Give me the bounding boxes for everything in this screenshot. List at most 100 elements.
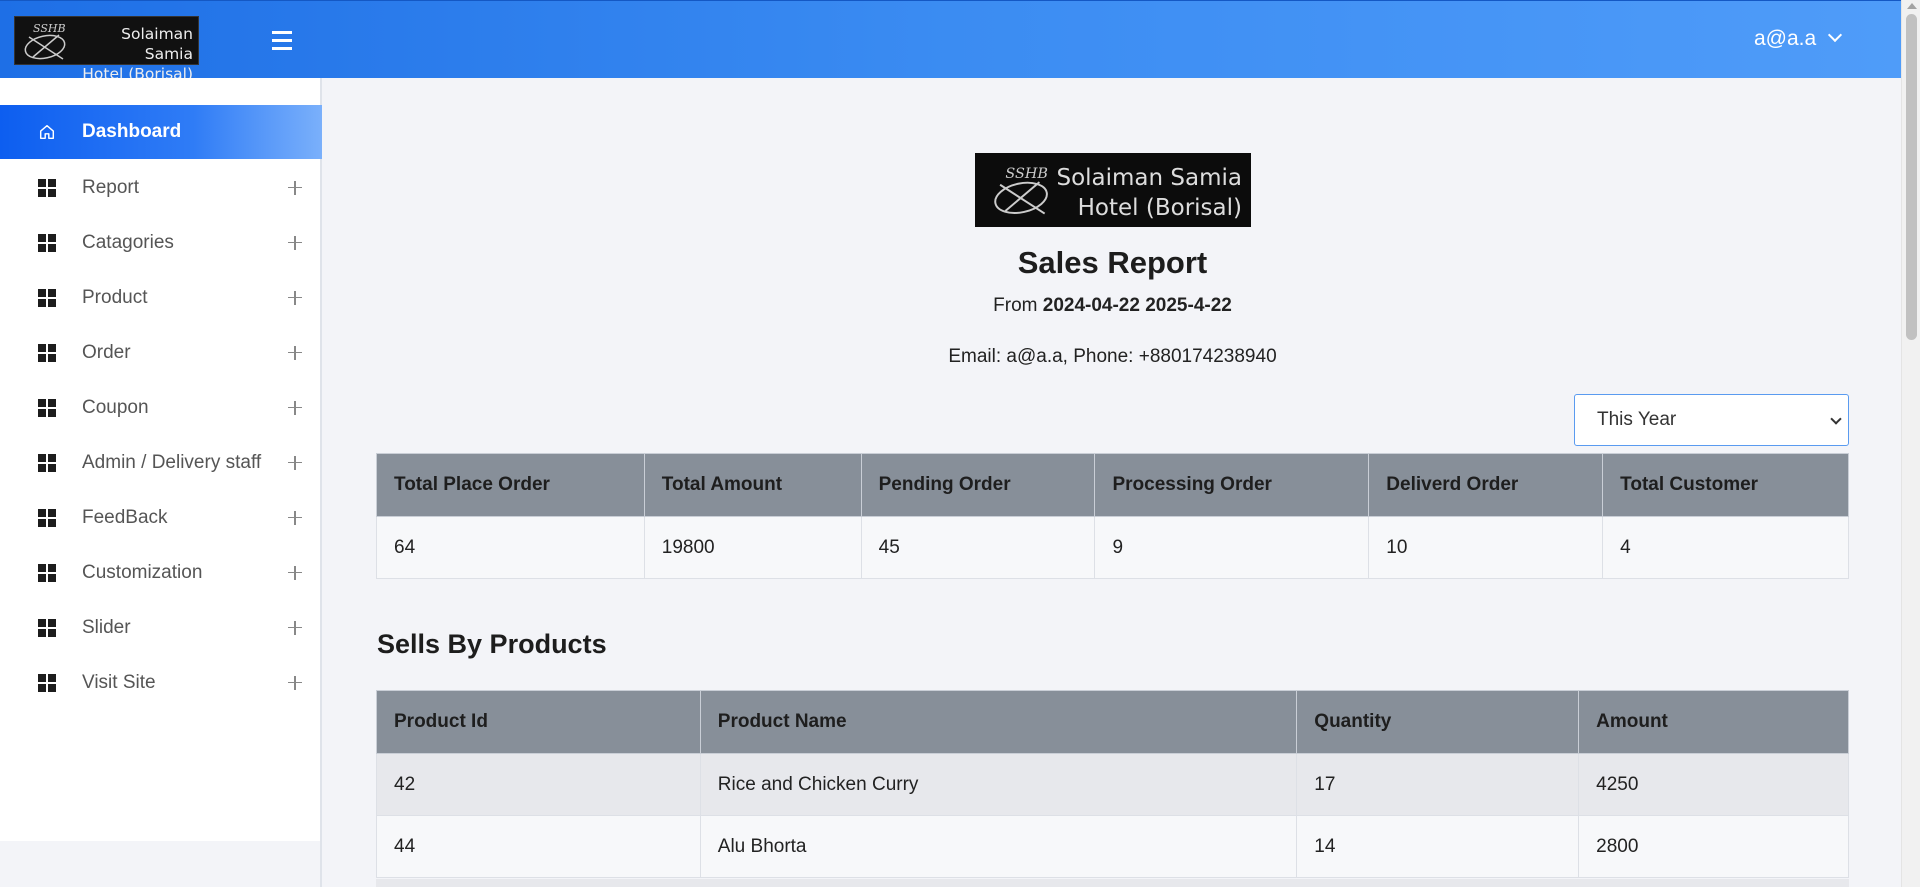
column-header: Processing Order	[1094, 453, 1370, 517]
sidebar-item-admin-delivery-staff[interactable]: Admin / Delivery staff	[0, 435, 322, 490]
report-logo-line-1: Solaiman Samia	[1056, 165, 1242, 191]
column-header: Quantity	[1296, 690, 1580, 754]
sidebar-item-coupon[interactable]: Coupon	[0, 380, 322, 435]
scroll-up-arrow-icon[interactable]	[1907, 3, 1917, 9]
from-label: From	[993, 295, 1038, 316]
table-cell: 14	[1296, 815, 1580, 878]
sidebar-item-label: Slider	[82, 616, 131, 638]
logo-mark-icon: SSHB	[24, 22, 66, 60]
svg-text:SSHB: SSHB	[33, 22, 66, 35]
sidebar-item-label: Dashboard	[82, 121, 182, 142]
column-header: Total Amount	[643, 453, 862, 517]
table-cell: 44	[376, 815, 701, 878]
grid-icon	[38, 288, 56, 307]
column-header: Product Name	[699, 690, 1298, 754]
report-logo-text: Solaiman Samia Hotel (Borisal)	[1056, 163, 1242, 223]
table-cell: 42	[376, 753, 701, 816]
report-logo: SSHB Solaiman Samia Hotel (Borisal)	[975, 153, 1251, 227]
table-cell: 64	[376, 516, 645, 579]
plus-icon[interactable]	[288, 455, 302, 470]
plus-icon[interactable]	[288, 620, 302, 635]
sidebar-item-product[interactable]: Product	[0, 270, 322, 325]
plus-icon[interactable]	[288, 400, 302, 415]
table-cell: 45	[860, 516, 1096, 579]
table-cell: 17	[1296, 753, 1580, 816]
period-select[interactable]: This Year	[1574, 394, 1849, 446]
table-cell: 4	[1602, 516, 1849, 579]
report-date-range: From 2024-04-22 2025-4-22	[324, 295, 1901, 317]
column-header: Amount	[1578, 690, 1849, 754]
plus-icon[interactable]	[288, 235, 302, 250]
sidebar-footer	[0, 841, 320, 887]
grid-icon	[38, 508, 56, 527]
column-header: Total Customer	[1602, 453, 1849, 517]
brand-line-1: Solaiman Samia	[121, 25, 193, 63]
column-header: Product Id	[376, 690, 701, 754]
plus-icon[interactable]	[288, 180, 302, 195]
table-row-partial	[376, 879, 1849, 887]
table-cell: 9	[1094, 516, 1370, 579]
user-email: a@a.a	[1754, 27, 1817, 50]
user-menu[interactable]: a@a.a	[1754, 27, 1843, 51]
brand-logo[interactable]: SSHB Solaiman Samia Hotel (Borisal)	[14, 16, 199, 83]
report-logo-line-2: Hotel (Borisal)	[1077, 195, 1242, 221]
sidebar-item-slider[interactable]: Slider	[0, 600, 322, 655]
sidebar-item-catagories[interactable]: Catagories	[0, 215, 322, 270]
plus-icon[interactable]	[288, 565, 302, 580]
hamburger-icon[interactable]	[268, 31, 296, 53]
column-header: Deliverd Order	[1368, 453, 1604, 517]
sidebar: Dashboard Report Catagories Product Orde…	[0, 78, 322, 887]
page-title: Sales Report	[1017, 245, 1208, 280]
sidebar-item-customization[interactable]: Customization	[0, 545, 322, 600]
grid-icon	[38, 618, 56, 637]
table-row: 44 Alu Bhorta 14 2800	[376, 815, 1849, 878]
sidebar-item-label: FeedBack	[82, 506, 168, 528]
sidebar-item-label: Coupon	[82, 396, 149, 418]
chevron-down-icon	[1828, 27, 1843, 43]
table-cell: Rice and Chicken Curry	[699, 753, 1298, 816]
sidebar-item-visit-site[interactable]: Visit Site	[0, 655, 322, 710]
grid-icon	[38, 563, 56, 582]
logo-mark-icon: SSHB	[994, 166, 1048, 215]
svg-text:SSHB: SSHB	[1005, 166, 1048, 182]
plus-icon[interactable]	[288, 290, 302, 305]
grid-icon	[38, 343, 56, 362]
plus-icon[interactable]	[288, 510, 302, 525]
table-cell: 10	[1368, 516, 1604, 579]
grid-icon	[38, 453, 56, 472]
table-header-row: Total Place Order Total Amount Pending O…	[376, 453, 1849, 517]
table-row: 64 19800 45 9 10 4	[376, 516, 1849, 579]
grid-icon	[38, 673, 56, 692]
table-row: 42 Rice and Chicken Curry 17 4250	[376, 753, 1849, 816]
top-bar: SSHB Solaiman Samia Hotel (Borisal) a@a.…	[0, 0, 1901, 83]
sidebar-item-label: Product	[82, 286, 148, 308]
report-contact: Email: a@a.a, Phone: +880174238940	[948, 346, 1277, 367]
vertical-scrollbar[interactable]	[1901, 0, 1920, 887]
table-header-row: Product Id Product Name Quantity Amount	[376, 690, 1849, 754]
plus-icon[interactable]	[288, 675, 302, 690]
grid-icon	[38, 233, 56, 252]
brand-name: Solaiman Samia Hotel (Borisal)	[81, 24, 193, 84]
scrollbar-thumb[interactable]	[1906, 14, 1917, 340]
sidebar-item-label: Report	[82, 176, 140, 198]
home-icon	[39, 124, 55, 140]
sidebar-item-dashboard[interactable]: Dashboard	[0, 105, 322, 159]
grid-icon	[38, 178, 56, 197]
period-select-value: This Year	[1597, 409, 1677, 430]
sidebar-item-report[interactable]: Report	[0, 160, 322, 215]
sidebar-item-feedback[interactable]: FeedBack	[0, 490, 322, 545]
section-title: Sells By Products	[377, 629, 607, 659]
table-cell: 2800	[1578, 815, 1849, 878]
grid-icon	[38, 398, 56, 417]
column-header: Pending Order	[860, 453, 1096, 517]
sidebar-item-label: Visit Site	[82, 671, 156, 693]
table-cell: Alu Bhorta	[699, 815, 1298, 878]
table-cell: 19800	[643, 516, 862, 579]
plus-icon[interactable]	[288, 345, 302, 360]
sidebar-item-order[interactable]: Order	[0, 325, 322, 380]
products-table: Product Id Product Name Quantity Amount …	[376, 690, 1849, 878]
date-end: 2025-4-22	[1145, 295, 1232, 316]
column-header: Total Place Order	[376, 453, 645, 517]
sidebar-item-label: Customization	[82, 561, 203, 583]
table-cell: 4250	[1578, 753, 1849, 816]
